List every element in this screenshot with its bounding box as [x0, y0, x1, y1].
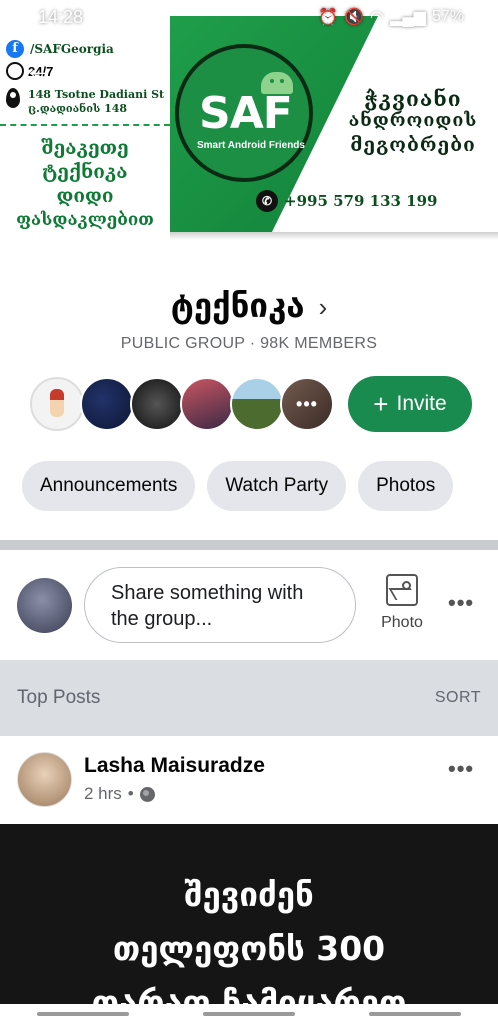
- group-cover-photo[interactable]: f /SAFGeorgia 24/7 148 Tsotne Dadiani St…: [0, 0, 498, 240]
- post-author-avatar[interactable]: [17, 752, 72, 807]
- right-slogan-line-1: ჭკვიანი: [364, 86, 462, 111]
- left-slogan-line-4: ფასდაკლებით: [16, 210, 154, 230]
- signal-icon: ▂▄▆: [390, 9, 426, 26]
- post-image-line-1: შევიძენ: [184, 875, 314, 914]
- photo-label: Photo: [381, 614, 423, 631]
- more-members-icon: •••: [282, 379, 332, 429]
- top-posts-title: Top Posts: [17, 687, 101, 708]
- mute-icon: 🔇: [344, 9, 365, 26]
- globe-icon: [139, 786, 155, 802]
- nav-indicator[interactable]: [37, 1012, 129, 1016]
- phone-icon: ✆: [256, 190, 278, 212]
- logo-text: SAF: [199, 88, 293, 139]
- member-avatar[interactable]: [230, 377, 284, 431]
- cover-shadow: [170, 232, 498, 240]
- wifi-icon: ◠: [370, 9, 385, 26]
- member-avatar[interactable]: [30, 377, 84, 431]
- post-meta: 2 hrs •: [84, 784, 155, 804]
- meta-dot: •: [127, 784, 134, 803]
- alarm-icon: ⏰: [318, 9, 339, 26]
- saf-logo: SAF Smart Android Friends: [175, 44, 313, 182]
- nav-indicator[interactable]: [369, 1012, 461, 1016]
- chevron-right-icon[interactable]: ›: [319, 292, 328, 323]
- member-avatar[interactable]: [80, 377, 134, 431]
- post-image[interactable]: შევიძენ თელეფონს 300 თარაფ ჩამიყარეთ: [0, 824, 498, 1024]
- right-slogan-line-2: ანდროიდის: [348, 110, 478, 131]
- left-slogan-line-3: დიდი: [56, 185, 114, 207]
- right-slogan-line-3: მეგობრები: [350, 134, 476, 156]
- section-divider: [0, 540, 498, 550]
- group-meta: PUBLIC GROUP · 98K MEMBERS: [120, 335, 378, 352]
- plus-icon: +: [373, 388, 389, 419]
- logo-subtitle: Smart Android Friends: [197, 140, 305, 151]
- share-something-input[interactable]: Share something with the group...: [84, 567, 356, 643]
- group-title[interactable]: ტექნიკა: [171, 286, 305, 325]
- gallery-notification-icon: [93, 10, 110, 24]
- post-image-line-2: თელეფონს 300: [112, 929, 386, 968]
- tab-watch-party[interactable]: Watch Party: [207, 461, 347, 511]
- left-slogan-line-1: შეაკეთე: [41, 137, 129, 159]
- address: 148 Tsotne Dadiani St ც.დადიანის 148: [6, 88, 164, 116]
- back-arrow-icon[interactable]: ←: [24, 54, 54, 84]
- status-bar: 14:28 ⏰ 🔇 ◠ ▂▄▆ 57%: [0, 0, 498, 34]
- phone-number: ✆ +995 579 133 199: [256, 190, 437, 212]
- post-time[interactable]: 2 hrs: [84, 784, 122, 804]
- tab-photos[interactable]: Photos: [358, 461, 454, 511]
- battery-icon: [470, 8, 480, 26]
- tab-announcements[interactable]: Announcements: [22, 461, 196, 511]
- post-author-name[interactable]: Lasha Maisuradze: [84, 754, 265, 778]
- location-pin-icon: [6, 88, 20, 108]
- nav-indicator[interactable]: [203, 1012, 295, 1016]
- battery-percent: 57%: [431, 8, 464, 25]
- system-nav-bar: [0, 1004, 498, 1024]
- invite-label: Invite: [396, 392, 447, 415]
- address-line-1: 148 Tsotne Dadiani St: [28, 88, 165, 101]
- phone-text: +995 579 133 199: [284, 192, 438, 210]
- member-avatar[interactable]: [180, 377, 234, 431]
- photo-button[interactable]: Photo: [374, 574, 430, 632]
- clock-icon: [6, 62, 24, 80]
- more-composer-options-icon[interactable]: •••: [448, 590, 474, 616]
- address-line-2: ც.დადიანის 148: [28, 102, 128, 115]
- sort-button[interactable]: SORT: [435, 689, 481, 707]
- facebook-handle: f /SAFGeorgia: [6, 40, 114, 58]
- facebook-icon: f: [6, 40, 24, 58]
- group-title-row[interactable]: ტექნიკა ›: [0, 286, 498, 325]
- cover-divider: [0, 124, 170, 126]
- group-tabs: Announcements Watch Party Photos: [22, 461, 454, 511]
- member-avatar[interactable]: [130, 377, 184, 431]
- left-slogan-line-2: ტექნიკა: [42, 161, 128, 183]
- invite-button[interactable]: + Invite: [348, 376, 472, 432]
- current-user-avatar[interactable]: [17, 578, 72, 633]
- photo-icon: [386, 574, 418, 606]
- search-icon[interactable]: [368, 54, 398, 84]
- more-options-icon[interactable]: •••: [444, 53, 477, 79]
- status-time: 14:28: [38, 6, 84, 27]
- member-avatars[interactable]: •••: [30, 376, 334, 432]
- post-more-options-icon[interactable]: •••: [448, 756, 474, 782]
- status-right: ⏰ 🔇 ◠ ▂▄▆ 57%: [318, 7, 480, 27]
- member-avatar-more[interactable]: •••: [280, 377, 334, 431]
- top-posts-header: Top Posts SORT: [0, 660, 498, 736]
